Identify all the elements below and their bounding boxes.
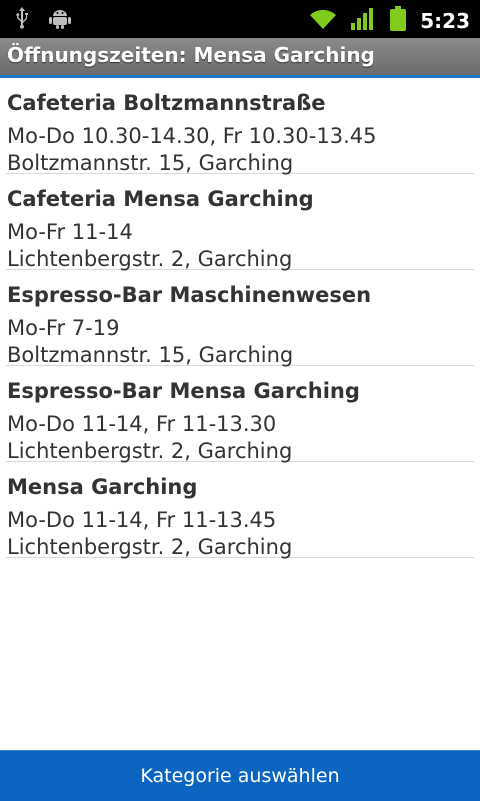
battery-icon bbox=[388, 6, 408, 36]
list-item[interactable]: Cafeteria Mensa Garching Mo-Fr 11-14 Lic… bbox=[6, 174, 474, 271]
location-hours: Mo-Fr 7-19 bbox=[7, 316, 120, 340]
title-bar: Öffnungszeiten: Mensa Garching bbox=[0, 38, 480, 78]
location-name: Cafeteria Mensa Garching bbox=[7, 187, 314, 211]
usb-icon bbox=[14, 6, 30, 34]
location-hours: Mo-Fr 11-14 bbox=[7, 220, 133, 244]
system-icons: 5:23 bbox=[308, 6, 470, 36]
location-address: Lichtenbergstr. 2, Garching bbox=[7, 247, 293, 271]
location-hours: Mo-Do 11-14, Fr 11-13.30 bbox=[7, 412, 277, 436]
list-item[interactable]: Espresso-Bar Maschinenwesen Mo-Fr 7-19 B… bbox=[6, 270, 474, 367]
list-item[interactable]: Mensa Garching Mo-Do 11-14, Fr 11-13.45 … bbox=[6, 462, 474, 559]
opening-hours-list: Cafeteria Boltzmannstraße Mo-Do 10.30-14… bbox=[0, 78, 480, 559]
location-hours: Mo-Do 10.30-14.30, Fr 10.30-13.45 bbox=[7, 124, 377, 148]
location-name: Espresso-Bar Mensa Garching bbox=[7, 379, 360, 403]
location-address: Lichtenbergstr. 2, Garching bbox=[7, 439, 293, 463]
android-debug-icon bbox=[48, 6, 72, 34]
page-title: Öffnungszeiten: Mensa Garching bbox=[7, 43, 375, 67]
location-address: Boltzmannstr. 15, Garching bbox=[7, 151, 294, 175]
signal-icon bbox=[350, 7, 376, 35]
location-name: Cafeteria Boltzmannstraße bbox=[7, 91, 326, 115]
status-bar: 5:23 bbox=[0, 0, 480, 38]
list-item[interactable]: Cafeteria Boltzmannstraße Mo-Do 10.30-14… bbox=[6, 78, 474, 175]
location-name: Mensa Garching bbox=[7, 475, 198, 499]
clock: 5:23 bbox=[420, 9, 470, 33]
select-category-button[interactable]: Kategorie auswählen bbox=[0, 750, 480, 801]
location-name: Espresso-Bar Maschinenwesen bbox=[7, 283, 372, 307]
location-address: Lichtenbergstr. 2, Garching bbox=[7, 535, 293, 559]
location-hours: Mo-Do 11-14, Fr 11-13.45 bbox=[7, 508, 277, 532]
location-address: Boltzmannstr. 15, Garching bbox=[7, 343, 294, 367]
notification-icons bbox=[14, 6, 72, 34]
wifi-icon bbox=[308, 7, 338, 35]
list-item[interactable]: Espresso-Bar Mensa Garching Mo-Do 11-14,… bbox=[6, 366, 474, 463]
